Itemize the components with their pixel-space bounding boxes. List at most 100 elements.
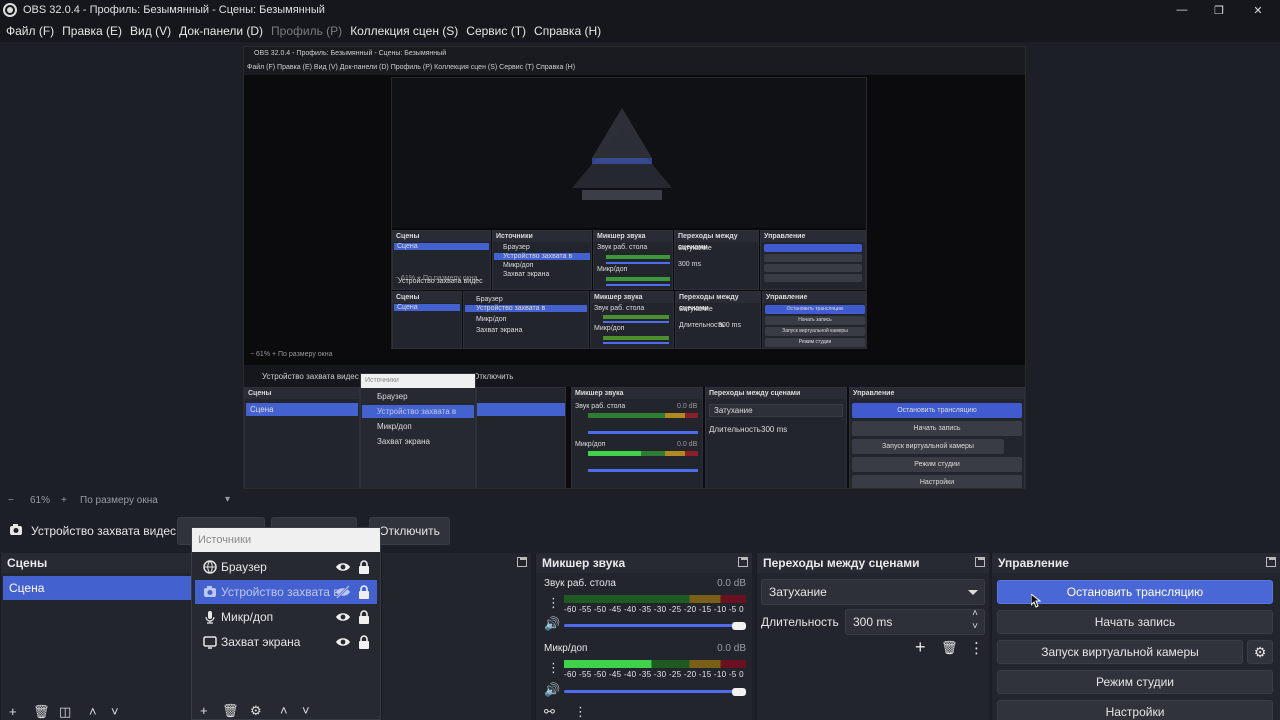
mouse-cursor-icon (1031, 594, 1041, 608)
scenes-footer: + 🗑 ◫ ˄ ˅ (1, 704, 192, 720)
nested2-mixer: Микшер звука Звук раб. стола Микр/доп (590, 291, 674, 349)
duration-spinbox[interactable]: 300 ms ˄ ˅ (845, 608, 985, 635)
nested-source-small-3: Микр/доп (503, 262, 534, 269)
source-row-browser[interactable]: Браузер (195, 555, 377, 579)
nested-trans-title: Переходы между сценами (706, 388, 846, 399)
source-row-mic[interactable]: Микр/доп (195, 605, 377, 629)
nested-mixer-small-title: Микшер звука (594, 231, 672, 242)
menu-scene-collection[interactable]: Коллекция сцен (S) (346, 24, 462, 38)
dock-float-icon[interactable] (975, 557, 985, 567)
add-source-icon[interactable]: + (200, 703, 208, 718)
controls-title: Управление (992, 553, 1280, 573)
spin-up-icon[interactable]: ˄ (972, 608, 978, 620)
nested2-meter-1 (603, 315, 669, 319)
maximize-button[interactable]: ❐ (1201, 0, 1237, 20)
nested-trans-combo: Затухание (709, 404, 843, 417)
add-scene-icon[interactable]: + (9, 704, 17, 719)
nested-duration-value: 300 ms (761, 425, 788, 434)
zoom-dropdown-icon[interactable]: ▾ (225, 494, 230, 505)
nested2-scene-row: Сцена (394, 304, 460, 311)
source-row-screen-capture[interactable]: Захват экрана (195, 630, 377, 654)
virtual-camera-settings-button[interactable]: ⚙ (1247, 640, 1273, 664)
deactivate-button[interactable]: Отключить (369, 517, 450, 545)
menu-file[interactable]: Файл (F) (2, 24, 58, 38)
source-row-video-capture[interactable]: Устройство захвата в (195, 580, 377, 604)
nested-mixer: Микшер звука Звук раб. стола 0.0 dB Микр… (571, 387, 703, 488)
nested2-mixer-title: Микшер звука (591, 292, 673, 303)
volume-knob[interactable] (732, 688, 746, 696)
spin-down-icon[interactable]: ˅ (972, 621, 978, 633)
nested-trans-small-duration: 300 ms (678, 261, 701, 268)
move-source-up-icon[interactable]: ˄ (280, 703, 288, 718)
nested-scenes: Сцены Сцена (244, 387, 360, 488)
close-button[interactable]: ✕ (1240, 0, 1276, 20)
add-transition-icon[interactable]: + (915, 637, 926, 658)
volume-slider[interactable] (564, 624, 744, 627)
mixer-menu-icon[interactable]: ⋮ (574, 704, 587, 720)
speaker-icon[interactable]: 🔊 (544, 682, 560, 698)
nested2-transitions: Переходы между сценами Затухание Длитель… (675, 291, 761, 349)
move-scene-down-icon[interactable]: ˅ (111, 704, 119, 719)
start-record-button[interactable]: Начать запись (997, 610, 1273, 634)
zoom-in-button[interactable]: + (61, 495, 67, 506)
settings-button[interactable]: Настройки (997, 700, 1273, 720)
nested2-controls-title: Управление (763, 292, 865, 303)
nested-ctrl-studio: Режим студии (852, 457, 1022, 472)
nested2-ctrl-vcam: Запуск виртуальной камеры (765, 327, 865, 336)
transition-select[interactable]: Затухание (761, 579, 985, 605)
transition-menu-icon[interactable]: ⋮ (969, 639, 984, 657)
menu-tools[interactable]: Сервис (T) (462, 24, 530, 38)
source-label: Микр/доп (221, 610, 274, 624)
nested-sources-popup: Источники Браузер Устройство захвата в М… (360, 373, 476, 488)
controls-dock: Управление (991, 553, 1280, 720)
nested-meter-small-2 (606, 277, 670, 281)
transition-value: Затухание (769, 585, 827, 599)
menu-help[interactable]: Справка (H) (530, 24, 605, 38)
transitions-dock: Переходы между сценами Затухание Длитель… (756, 553, 989, 720)
eye-icon[interactable] (335, 559, 351, 575)
source-settings-icon[interactable]: ⚙ (250, 703, 262, 719)
eye-icon[interactable] (335, 609, 351, 625)
zoom-mode[interactable]: По размеру окна (80, 495, 158, 506)
nested2-sources: Браузер Устройство захвата в Микр/доп За… (463, 291, 589, 349)
virtual-camera-button[interactable]: Запуск виртуальной камеры (997, 640, 1243, 664)
minimize-button[interactable]: — (1164, 0, 1200, 20)
studio-mode-button[interactable]: Режим студии (997, 670, 1273, 694)
remove-transition-icon[interactable]: 🗑 (941, 640, 958, 656)
remove-source-icon[interactable]: 🗑 (222, 703, 239, 719)
remove-scene-icon[interactable]: 🗑 (33, 704, 50, 720)
menu-view[interactable]: Вид (V) (126, 24, 175, 38)
volume-knob[interactable] (732, 622, 746, 630)
speaker-icon[interactable]: 🔊 (544, 616, 560, 632)
source-label: Захват экрана (221, 635, 301, 649)
menu-docks[interactable]: Док-панели (D) (175, 24, 267, 38)
dock-float-icon[interactable] (517, 557, 527, 567)
nested-mixer-small-ch2: Микр/доп (597, 266, 628, 273)
mixer-menu-icon[interactable]: ⋮ (547, 660, 560, 676)
lock-icon[interactable] (357, 634, 371, 650)
mixer-menu-icon[interactable]: ⋮ (547, 595, 560, 611)
zoom-out-button[interactable]: − (8, 495, 14, 506)
nested2-mixer-ch2: Микр/доп (594, 325, 625, 332)
nested-source-3: Микр/доп (377, 422, 412, 431)
volume-slider[interactable] (564, 690, 744, 693)
lock-icon[interactable] (357, 584, 371, 600)
eye-hidden-icon[interactable] (335, 584, 351, 600)
link-icon[interactable]: ⚯ (544, 704, 555, 720)
scene-filters-icon[interactable]: ◫ (59, 704, 71, 720)
menu-edit[interactable]: Правка (E) (58, 24, 126, 38)
nested-controls-small-vcam (764, 264, 862, 272)
nested-fader-2 (588, 469, 698, 472)
nested-trans-small-value: Затухание (678, 245, 712, 252)
lock-icon[interactable] (357, 609, 371, 625)
move-scene-up-icon[interactable]: ˄ (89, 704, 97, 719)
dock-float-icon[interactable] (1266, 557, 1276, 567)
lock-icon[interactable] (357, 559, 371, 575)
mixer-channel-db: 0.0 dB (717, 643, 746, 654)
dock-float-icon[interactable] (738, 557, 748, 567)
nested-source-4: Захват экрана (377, 437, 430, 446)
move-source-down-icon[interactable]: ˅ (302, 703, 310, 718)
meter-scale: -60 -55 -50 -45 -40 -35 -30 -25 -20 -15 … (564, 605, 744, 614)
eye-icon[interactable] (335, 634, 351, 650)
preview-canvas[interactable]: OBS 32.0.4 - Профиль: Безымянный - Сцены… (243, 46, 1026, 489)
